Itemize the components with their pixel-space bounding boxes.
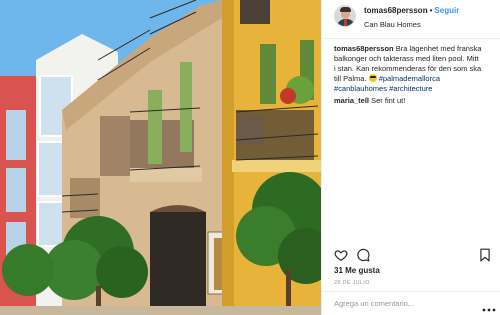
hashtag-architecture[interactable]: #architecture bbox=[389, 84, 432, 93]
caption-line-1: tomas68persson Bra lägenhet med franska bbox=[334, 44, 498, 54]
caption-line-4: till Palma. #palmademallorca bbox=[334, 74, 498, 84]
post-photo[interactable] bbox=[0, 0, 321, 315]
comment-text: Ser fint ut! bbox=[371, 96, 406, 105]
post-date: 28 DE JULIO bbox=[334, 280, 370, 286]
bookmark-icon[interactable] bbox=[478, 248, 492, 262]
post-location[interactable]: Can Blau Homes bbox=[364, 19, 459, 31]
building-facade-image bbox=[0, 0, 321, 315]
caption-text-4: till Palma. bbox=[334, 74, 367, 83]
caption-line-2: balkonger och takterass med liten pool. … bbox=[334, 54, 479, 63]
add-comment-input[interactable] bbox=[334, 294, 464, 312]
header-text: tomas68persson • Seguir Can Blau Homes bbox=[364, 5, 459, 31]
more-dots-icon[interactable] bbox=[482, 300, 496, 312]
hashtag-canblauhomes[interactable]: #canblauhomes bbox=[334, 84, 387, 93]
sunglasses-emoji-icon bbox=[368, 74, 377, 82]
header-divider bbox=[322, 38, 500, 39]
comment-divider bbox=[322, 291, 500, 292]
caption-line-3: i stan. Kan rekommenderas för den som sk… bbox=[334, 64, 482, 73]
comment-author[interactable]: maria_tell bbox=[334, 96, 369, 105]
like-count[interactable]: 31 Me gusta bbox=[334, 266, 380, 275]
avatar[interactable] bbox=[334, 5, 356, 27]
hashtag-palmademallorca[interactable]: #palmademallorca bbox=[379, 74, 440, 83]
comment-item: maria_tell Ser fint ut! bbox=[334, 96, 498, 106]
post-username[interactable]: tomas68persson bbox=[364, 6, 428, 15]
post-sidebar: tomas68persson • Seguir Can Blau Homes tom… bbox=[321, 0, 500, 315]
caption-line-5: #canblauhomes #architecture bbox=[334, 84, 498, 94]
heart-icon[interactable] bbox=[334, 248, 348, 262]
action-bar bbox=[334, 248, 490, 262]
caption-author[interactable]: tomas68persson bbox=[334, 44, 394, 53]
post-header: tomas68persson • Seguir Can Blau Homes bbox=[322, 0, 500, 38]
separator-dot: • bbox=[429, 6, 433, 15]
header-line: tomas68persson • Seguir bbox=[364, 5, 459, 17]
comment-icon[interactable] bbox=[356, 248, 370, 262]
caption-text-1: Bra lägenhet med franska bbox=[395, 44, 482, 53]
follow-button[interactable]: Seguir bbox=[434, 6, 459, 15]
comments-list: tomas68persson Bra lägenhet med franska … bbox=[334, 44, 498, 106]
